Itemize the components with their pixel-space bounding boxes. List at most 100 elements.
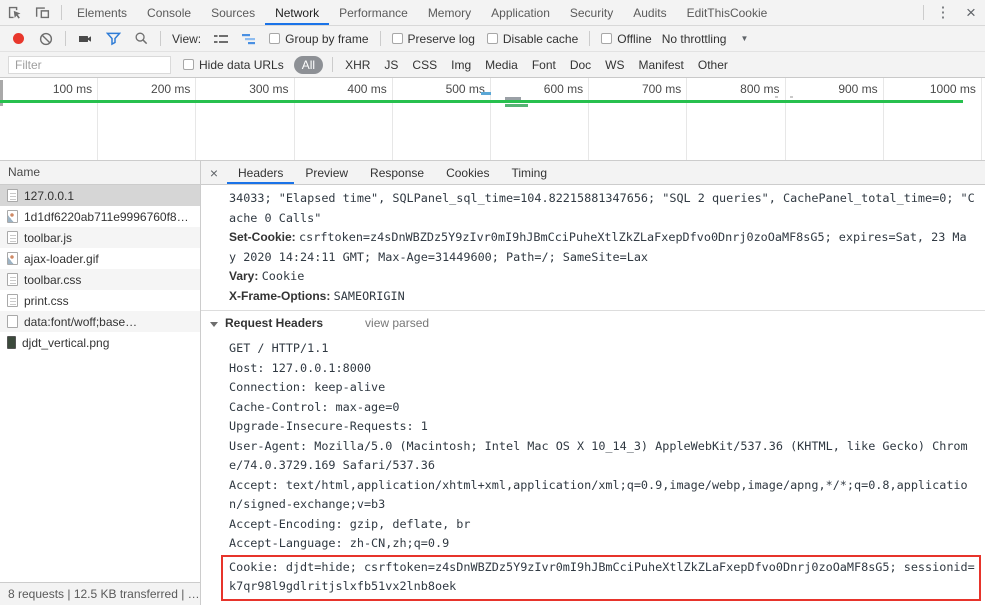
request-details-pane: × Headers Preview Response Cookies Timing 34… (201, 161, 985, 605)
details-tab-response[interactable]: Response (359, 161, 435, 184)
tab-security[interactable]: Security (560, 0, 623, 25)
details-tab-cookies[interactable]: Cookies (435, 161, 500, 184)
header-line: Cookie: djdt=hide; csrftoken=z4sDnWBZDz5… (229, 559, 975, 574)
header-value: Cookie (261, 269, 305, 283)
details-tab-preview[interactable]: Preview (294, 161, 359, 184)
request-row[interactable]: toolbar.js (0, 227, 200, 248)
request-row[interactable]: data:font/woff;base… (0, 311, 200, 332)
file-doc-icon (7, 294, 18, 307)
close-details-icon[interactable]: × (201, 161, 227, 184)
request-row[interactable]: 1d1df6220ab711e9996760f8… (0, 206, 200, 227)
request-name: print.css (24, 293, 69, 308)
waterfall-mark-gray (505, 97, 521, 100)
record-button[interactable] (13, 33, 24, 44)
checkbox-box[interactable] (183, 59, 194, 70)
tab-memory[interactable]: Memory (418, 0, 481, 25)
header-name: Set-Cookie: (229, 230, 300, 244)
filter-type-media[interactable]: Media (485, 58, 518, 72)
filter-input[interactable] (8, 55, 171, 74)
name-column-header[interactable]: Name (0, 161, 200, 185)
request-row[interactable]: ajax-loader.gif (0, 248, 200, 269)
header-line: ache 0 Calls" (229, 210, 322, 225)
request-row[interactable]: djdt_vertical.png (0, 332, 200, 353)
divider (61, 5, 62, 20)
divider (589, 31, 591, 46)
close-devtools-icon[interactable]: × (957, 0, 985, 25)
request-row[interactable]: toolbar.css (0, 269, 200, 290)
tab-application[interactable]: Application (481, 0, 560, 25)
header-line: Set-Cookie: csrftoken=z4sDnWBZDz5Y9zIvr0… (229, 228, 985, 248)
inspect-element-icon[interactable] (0, 0, 28, 25)
tab-performance[interactable]: Performance (329, 0, 418, 25)
divider (160, 31, 161, 46)
search-icon[interactable] (127, 26, 155, 51)
details-tab-headers[interactable]: Headers (227, 161, 294, 184)
offline-checkbox[interactable]: Offline (601, 32, 652, 46)
timeline-overview[interactable]: 100 ms 200 ms 300 ms 400 ms 500 ms 600 ms 700 … (0, 78, 985, 161)
divider (379, 31, 381, 46)
filter-type-font[interactable]: Font (532, 58, 556, 72)
filter-type-manifest[interactable]: Manifest (639, 58, 684, 72)
header-line: X-Frame-Options: SAMEORIGIN (229, 287, 985, 307)
checkbox-box[interactable] (269, 33, 281, 44)
filter-type-css[interactable]: CSS (412, 58, 437, 72)
file-doc-icon (7, 273, 18, 286)
section-title: Request Headers (225, 316, 324, 330)
capture-screenshots-icon[interactable] (71, 26, 99, 51)
filter-type-js[interactable]: JS (384, 58, 398, 72)
timeline-tick: 800 ms (687, 78, 786, 160)
hide-data-urls-checkbox[interactable]: Hide data URLs (183, 58, 284, 72)
tab-elements[interactable]: Elements (67, 0, 137, 25)
request-headers-section[interactable]: Request Headers view parsed (201, 310, 985, 336)
throttling-select[interactable]: No throttling (662, 32, 727, 46)
timeline-tick: 300 ms (196, 78, 295, 160)
cookie-highlight-box: Cookie: djdt=hide; csrftoken=z4sDnWBZDz5… (221, 554, 981, 601)
waterfall-icon[interactable] (235, 26, 263, 51)
view-parsed-link[interactable]: view parsed (365, 316, 429, 330)
header-line: Upgrade-Insecure-Requests: 1 (229, 419, 428, 433)
header-line: k7qr98l9gdlritjslxfb51vx2lnb8oek (229, 579, 457, 593)
timeline-tick: 400 ms (295, 78, 393, 160)
large-rows-icon[interactable] (207, 26, 235, 51)
waterfall-mark-green (505, 104, 528, 107)
preserve-log-checkbox[interactable]: Preserve log (391, 32, 475, 46)
request-row[interactable]: 127.0.0.1 (0, 185, 200, 206)
tab-editthiscookie[interactable]: EditThisCookie (677, 0, 778, 25)
filter-type-doc[interactable]: Doc (570, 58, 591, 72)
devtools-tabbar: Elements Console Sources Network Performance… (0, 0, 985, 26)
tab-console[interactable]: Console (137, 0, 201, 25)
details-tab-timing[interactable]: Timing (500, 161, 558, 184)
disable-cache-checkbox[interactable]: Disable cache (486, 32, 578, 46)
divider (65, 31, 66, 46)
request-row[interactable]: print.css (0, 290, 200, 311)
file-blank-icon (7, 315, 18, 328)
tab-network[interactable]: Network (265, 0, 329, 25)
filter-bar: Hide data URLs All XHR JS CSS Img Media Font D… (0, 52, 985, 78)
clear-icon[interactable] (32, 26, 60, 51)
checkbox-label: Group by frame (285, 31, 369, 46)
kebab-menu-icon[interactable]: ⋮ (929, 0, 957, 25)
request-name: toolbar.css (24, 272, 82, 287)
filter-type-img[interactable]: Img (451, 58, 471, 72)
panel-tabs: Elements Console Sources Network Performance… (67, 0, 777, 25)
filter-type-ws[interactable]: WS (605, 58, 624, 72)
divider (332, 57, 334, 72)
tab-sources[interactable]: Sources (201, 0, 265, 25)
tab-audits[interactable]: Audits (623, 0, 676, 25)
group-by-frame-checkbox[interactable]: Group by frame (269, 31, 369, 46)
file-img-icon (7, 252, 18, 265)
filter-type-all[interactable]: All (293, 55, 324, 74)
checkbox-box[interactable] (391, 33, 403, 44)
device-toolbar-icon[interactable] (28, 0, 56, 25)
header-line: Accept-Language: zh-CN,zh;q=0.9 (229, 536, 450, 550)
request-name: data:font/woff;base… (24, 314, 138, 329)
disclosure-triangle-icon[interactable] (210, 322, 218, 327)
filter-icon[interactable] (99, 26, 127, 51)
chevron-down-icon[interactable]: ▼ (740, 34, 748, 43)
network-main: Name 127.0.0.1 1d1df6220ab711e9996760f8… t… (0, 161, 985, 605)
checkbox-box[interactable] (486, 33, 498, 44)
filter-type-other[interactable]: Other (698, 58, 728, 72)
network-toolbar: View: Group by frame Preserve log Disabl… (0, 26, 985, 52)
checkbox-box[interactable] (601, 33, 613, 44)
filter-type-xhr[interactable]: XHR (345, 58, 370, 72)
